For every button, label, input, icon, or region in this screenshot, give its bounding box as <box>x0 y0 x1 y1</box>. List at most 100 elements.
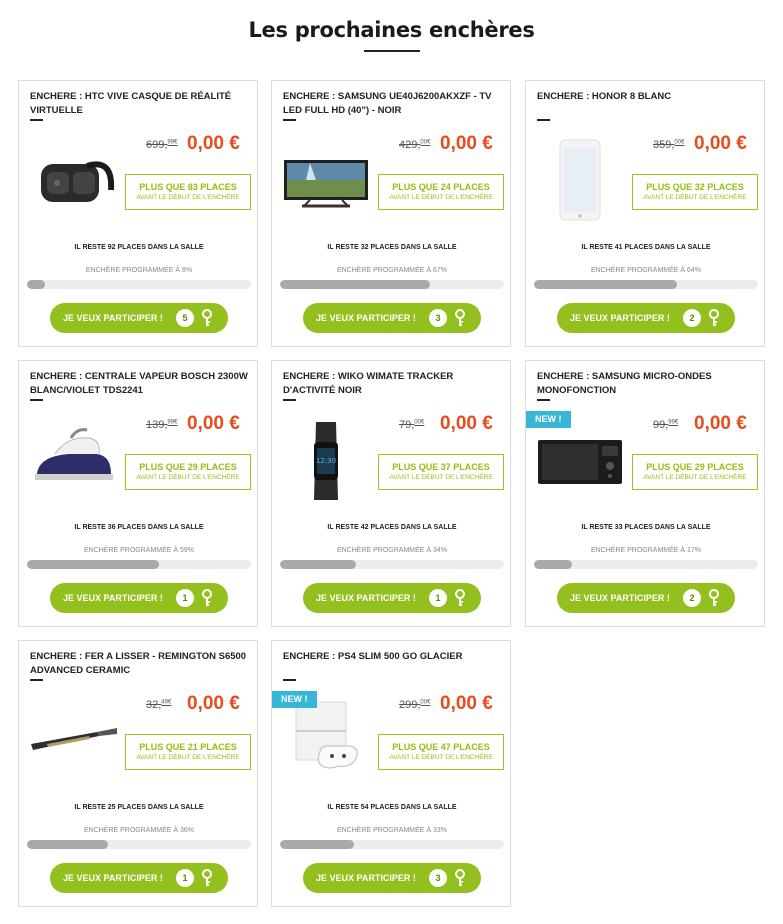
places-caption: AVANT LE DÉBUT DE L'ENCHÈRE <box>136 474 240 481</box>
places-left: PLUS QUE 29 PLACES <box>646 462 744 472</box>
title-bar <box>30 679 43 681</box>
participate-label: JE VEUX PARTICIPER ! <box>316 593 416 603</box>
progress-fill <box>534 280 678 289</box>
places-caption: AVANT LE DÉBUT DE L'ENCHÈRE <box>389 754 493 761</box>
new-badge: NEW ! <box>526 411 571 428</box>
participant-count: 1 <box>176 869 194 887</box>
key-icon <box>709 309 719 326</box>
auction-card[interactable]: ENCHERE : WIKO WIMATE TRACKER D'ACTIVITÉ… <box>271 360 511 627</box>
places-box: PLUS QUE 32 PLACES AVANT LE DÉBUT DE L'E… <box>632 174 758 210</box>
key-icon <box>202 589 212 606</box>
title-bar <box>283 119 296 121</box>
participate-label: JE VEUX PARTICIPER ! <box>570 313 670 323</box>
participate-button[interactable]: JE VEUX PARTICIPER ! 3 <box>303 303 481 333</box>
places-left: PLUS QUE 32 PLACES <box>646 182 744 192</box>
title-bar <box>537 119 550 121</box>
new-badge: NEW ! <box>272 691 317 708</box>
participant-count: 1 <box>176 589 194 607</box>
programmed-status: ENCHÈRE PROGRAMMÉE À 64% <box>590 267 702 274</box>
product-image[interactable] <box>27 416 119 506</box>
old-price: 299,00€ <box>399 699 431 711</box>
key-icon <box>455 589 465 606</box>
key-icon <box>202 869 212 886</box>
programmed-status: ENCHÈRE PROGRAMMÉE À 8% <box>85 267 193 274</box>
participant-count: 5 <box>176 309 194 327</box>
auction-title[interactable]: ENCHERE : SAMSUNG UE40J6200AKXZF - TV LE… <box>283 90 505 118</box>
places-caption: AVANT LE DÉBUT DE L'ENCHÈRE <box>643 474 747 481</box>
programmed-status: ENCHÈRE PROGRAMMÉE À 33% <box>336 827 448 834</box>
product-image[interactable] <box>27 136 119 226</box>
places-left: PLUS QUE 29 PLACES <box>139 462 237 472</box>
auction-card[interactable]: ENCHERE : HONOR 8 BLANC 359,00€ 0,00 € P… <box>525 80 765 347</box>
auction-card[interactable]: ENCHERE : SAMSUNG MICRO-ONDES MONOFONCTI… <box>525 360 765 627</box>
current-price: 0,00 € <box>440 133 493 154</box>
auction-card[interactable]: ENCHERE : FER A LISSER - REMINGTON S6500… <box>18 640 258 907</box>
participate-button[interactable]: JE VEUX PARTICIPER ! 1 <box>50 583 228 613</box>
old-price: 99,99€ <box>653 419 679 431</box>
participate-button[interactable]: JE VEUX PARTICIPER ! 2 <box>557 583 735 613</box>
participate-button[interactable]: JE VEUX PARTICIPER ! 1 <box>303 583 481 613</box>
places-caption: AVANT LE DÉBUT DE L'ENCHÈRE <box>643 194 747 201</box>
product-image[interactable] <box>280 136 372 226</box>
remaining-places: IL RESTE 36 PLACES DANS LA SALLE <box>74 524 204 531</box>
participate-button[interactable]: JE VEUX PARTICIPER ! 2 <box>557 303 735 333</box>
current-price: 0,00 € <box>187 133 240 154</box>
progress-bar <box>280 560 504 569</box>
product-image[interactable] <box>534 136 626 226</box>
auction-title[interactable]: ENCHERE : HTC VIVE CASQUE DE RÉALITÉ VIR… <box>30 90 252 118</box>
auction-card[interactable]: ENCHERE : CENTRALE VAPEUR BOSCH 2300W BL… <box>18 360 258 627</box>
participant-count: 3 <box>429 309 447 327</box>
auction-title[interactable]: ENCHERE : FER A LISSER - REMINGTON S6500… <box>30 650 252 678</box>
progress-bar <box>280 280 504 289</box>
auction-card[interactable]: ENCHERE : PS4 SLIM 500 GO GLACIER NEW ! … <box>271 640 511 907</box>
progress-fill <box>27 560 160 569</box>
participate-label: JE VEUX PARTICIPER ! <box>570 593 670 603</box>
current-price: 0,00 € <box>187 693 240 714</box>
auction-title[interactable]: ENCHERE : WIKO WIMATE TRACKER D'ACTIVITÉ… <box>283 370 505 398</box>
participate-label: JE VEUX PARTICIPER ! <box>63 313 163 323</box>
product-image[interactable] <box>280 696 372 786</box>
places-box: PLUS QUE 29 PLACES AVANT LE DÉBUT DE L'E… <box>632 454 758 490</box>
old-price: 139,99€ <box>146 419 178 431</box>
title-bar <box>283 399 296 401</box>
key-icon <box>455 309 465 326</box>
programmed-status: ENCHÈRE PROGRAMMÉE À 67% <box>336 267 448 274</box>
progress-bar <box>534 280 758 289</box>
participate-button[interactable]: JE VEUX PARTICIPER ! 3 <box>303 863 481 893</box>
places-left: PLUS QUE 37 PLACES <box>392 462 490 472</box>
key-icon <box>455 869 465 886</box>
remaining-places: IL RESTE 54 PLACES DANS LA SALLE <box>327 804 457 811</box>
progress-bar <box>27 280 251 289</box>
svg-text:12:30: 12:30 <box>316 457 336 465</box>
auction-title[interactable]: ENCHERE : PS4 SLIM 500 GO GLACIER <box>283 650 505 664</box>
places-caption: AVANT LE DÉBUT DE L'ENCHÈRE <box>136 194 240 201</box>
places-caption: AVANT LE DÉBUT DE L'ENCHÈRE <box>389 194 493 201</box>
participate-button[interactable]: JE VEUX PARTICIPER ! 5 <box>50 303 228 333</box>
progress-bar <box>27 840 251 849</box>
remaining-places: IL RESTE 41 PLACES DANS LA SALLE <box>581 244 711 251</box>
participate-button[interactable]: JE VEUX PARTICIPER ! 1 <box>50 863 228 893</box>
auction-title[interactable]: ENCHERE : CENTRALE VAPEUR BOSCH 2300W BL… <box>30 370 252 398</box>
places-left: PLUS QUE 47 PLACES <box>392 742 490 752</box>
programmed-status: ENCHÈRE PROGRAMMÉE À 17% <box>590 547 702 554</box>
product-image[interactable] <box>27 696 119 786</box>
places-left: PLUS QUE 24 PLACES <box>392 182 490 192</box>
places-box: PLUS QUE 83 PLACES AVANT LE DÉBUT DE L'E… <box>125 174 251 210</box>
participate-label: JE VEUX PARTICIPER ! <box>63 873 163 883</box>
title-bar <box>283 679 296 681</box>
places-box: PLUS QUE 21 PLACES AVANT LE DÉBUT DE L'E… <box>125 734 251 770</box>
auction-card[interactable]: ENCHERE : SAMSUNG UE40J6200AKXZF - TV LE… <box>271 80 511 347</box>
remaining-places: IL RESTE 25 PLACES DANS LA SALLE <box>74 804 204 811</box>
old-price: 32,49€ <box>146 699 172 711</box>
product-image[interactable]: 12:30 <box>280 416 372 506</box>
places-left: PLUS QUE 83 PLACES <box>139 182 237 192</box>
title-bar <box>537 399 550 401</box>
product-image[interactable] <box>534 416 626 506</box>
progress-fill <box>534 560 573 569</box>
participant-count: 1 <box>429 589 447 607</box>
old-price: 429,00€ <box>399 139 431 151</box>
auction-title[interactable]: ENCHERE : SAMSUNG MICRO-ONDES MONOFONCTI… <box>537 370 759 398</box>
auction-card[interactable]: ENCHERE : HTC VIVE CASQUE DE RÉALITÉ VIR… <box>18 80 258 347</box>
auction-title[interactable]: ENCHERE : HONOR 8 BLANC <box>537 90 759 104</box>
participate-label: JE VEUX PARTICIPER ! <box>316 873 416 883</box>
